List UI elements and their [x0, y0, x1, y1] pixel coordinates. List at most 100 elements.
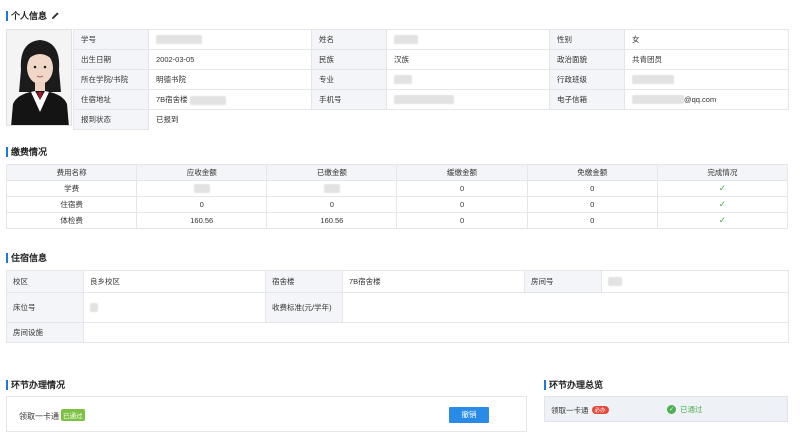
dorm-section-label: 住宿信息 [11, 253, 48, 263]
major-label: 专业 [311, 69, 387, 90]
process-panel: 领取一卡通 已通过 撤销 [6, 396, 527, 432]
college-label: 所在学院/书院 [73, 69, 149, 90]
class-value [624, 69, 789, 90]
fee-table: 费用名称 应收金额 已缴金额 缓缴金额 免缴金额 完成情况 学费 0 0 ✓ 住… [5, 164, 789, 229]
address-text: 7B宿舍楼 [156, 95, 188, 104]
table-row: 住宿费 0 0 0 0 ✓ [5, 196, 789, 213]
process-section-label: 环节办理情况 [11, 380, 66, 390]
room-label: 房间号 [524, 270, 602, 293]
student-photo [6, 29, 72, 126]
room-value [601, 270, 789, 293]
dorm-section-title: 住宿信息 [6, 251, 47, 264]
email-value: @qq.com [624, 89, 789, 110]
fee-col-header: 费用名称 [5, 164, 138, 181]
required-tag: 必办 [591, 406, 609, 414]
overview-status: ✓ 已通过 [667, 404, 703, 415]
personal-info-table: 学号 姓名 性别 女 出生日期 2002-03-05 民族 汉族 政治面貌 共青… [73, 29, 789, 130]
college-value: 明德书院 [148, 69, 312, 90]
overview-item-label: 领取一卡通 [551, 406, 589, 415]
fee-waived: 0 [526, 196, 658, 213]
fee-due: 0 [136, 196, 268, 213]
fee-due [136, 180, 268, 197]
fee-paid: 0 [266, 196, 398, 213]
building-label: 宿舍楼 [265, 270, 343, 293]
birth-label: 出生日期 [73, 49, 149, 70]
check-icon: ✓ [718, 199, 727, 209]
overview-status-text: 已通过 [680, 405, 703, 414]
fee-paid: 160.56 [266, 212, 398, 229]
name-label: 姓名 [311, 29, 387, 50]
table-row: 体检费 160.56 160.56 0 0 ✓ [5, 212, 789, 229]
fee-col-header: 已缴金额 [266, 164, 398, 181]
check-circle-icon: ✓ [667, 405, 676, 414]
status-label: 报到状态 [73, 109, 149, 130]
email-label: 电子信箱 [549, 89, 625, 110]
fee-deferred: 0 [396, 212, 528, 229]
politics-value: 共青团员 [624, 49, 789, 70]
politics-label: 政治面貌 [549, 49, 625, 70]
section-bar [544, 379, 546, 390]
section-bar [6, 10, 8, 21]
campus-label: 校区 [6, 270, 84, 293]
fee-col-header: 缓缴金额 [396, 164, 528, 181]
phone-label: 手机号 [311, 89, 387, 110]
ethnicity-label: 民族 [311, 49, 387, 70]
bed-label: 床位号 [6, 292, 84, 323]
section-bar [6, 146, 8, 157]
facilities-value [83, 322, 789, 343]
fee-standard-label: 收费标准(元/学年) [265, 292, 343, 323]
bed-value [83, 292, 266, 323]
student-id-label: 学号 [73, 29, 149, 50]
fee-done: ✓ [656, 180, 789, 197]
email-text: @qq.com [684, 94, 717, 104]
building-value: 7B宿舍楼 [342, 270, 525, 293]
birth-value: 2002-03-05 [148, 49, 312, 70]
fee-standard-value [342, 292, 789, 323]
fee-waived: 0 [526, 212, 658, 229]
fee-done: ✓ [656, 196, 789, 213]
fee-paid [266, 180, 398, 197]
facilities-label: 房间设施 [6, 322, 84, 343]
fee-name: 体检费 [5, 212, 138, 229]
fee-name: 住宿费 [5, 196, 138, 213]
campus-value: 良乡校区 [83, 270, 266, 293]
process-section-title: 环节办理情况 [6, 378, 65, 391]
overview-section-title: 环节办理总览 [544, 378, 603, 391]
personal-info-title: 个人信息 [6, 9, 60, 22]
fee-col-header: 免缴金额 [526, 164, 658, 181]
process-item: 领取一卡通 已通过 [19, 409, 85, 422]
phone-value [386, 89, 550, 110]
name-value [386, 29, 550, 50]
status-value: 已报到 [148, 109, 789, 130]
section-bar [6, 379, 8, 390]
fee-col-header: 完成情况 [656, 164, 789, 181]
address-value: 7B宿舍楼 [148, 89, 312, 110]
address-label: 住宿地址 [73, 89, 149, 110]
check-icon: ✓ [718, 183, 727, 193]
fee-waived: 0 [526, 180, 658, 197]
fee-name: 学费 [5, 180, 138, 197]
fee-section-title: 缴费情况 [6, 145, 47, 158]
student-id-value [148, 29, 312, 50]
fee-due: 160.56 [136, 212, 268, 229]
major-value [386, 69, 550, 90]
personal-info-label: 个人信息 [11, 11, 48, 21]
fee-header-row: 费用名称 应收金额 已缴金额 缓缴金额 免缴金额 完成情况 [5, 164, 789, 181]
cancel-button[interactable]: 撤销 [449, 407, 489, 423]
table-row: 学费 0 0 ✓ [5, 180, 789, 197]
ethnicity-value: 汉族 [386, 49, 550, 70]
process-item-label: 领取一卡通 [19, 412, 59, 421]
gender-value: 女 [624, 29, 789, 50]
edit-pencil-icon[interactable] [51, 11, 60, 20]
fee-deferred: 0 [396, 196, 528, 213]
overview-panel: 领取一卡通 必办 ✓ 已通过 [544, 396, 788, 422]
fee-section-label: 缴费情况 [11, 147, 48, 157]
dorm-table: 校区 良乡校区 宿舍楼 7B宿舍楼 房间号 床位号 收费标准(元/学年) 房间设… [6, 270, 789, 343]
class-label: 行政班级 [549, 69, 625, 90]
gender-label: 性别 [549, 29, 625, 50]
fee-deferred: 0 [396, 180, 528, 197]
check-icon: ✓ [718, 215, 727, 225]
overview-item[interactable]: 领取一卡通 必办 [551, 405, 609, 416]
section-bar [6, 252, 8, 263]
overview-section-label: 环节办理总览 [549, 380, 604, 390]
